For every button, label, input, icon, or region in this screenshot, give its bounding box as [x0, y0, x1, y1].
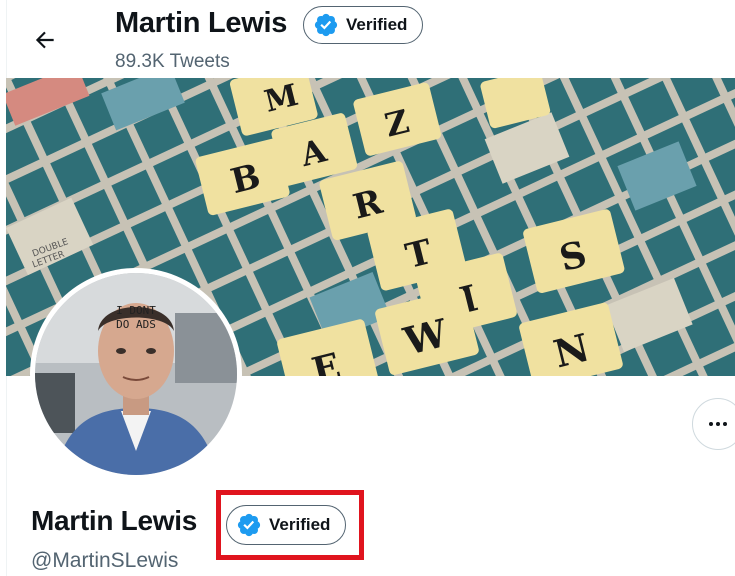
back-button[interactable]: [26, 21, 64, 59]
header-verified-badge[interactable]: Verified: [303, 6, 423, 44]
more-options-icon: [709, 422, 727, 426]
profile-avatar[interactable]: I DONT DO ADS: [30, 268, 242, 480]
tweet-count: 89.3K Tweets: [115, 51, 230, 72]
header-display-name: Martin Lewis: [115, 7, 288, 39]
profile-display-name: Martin Lewis: [31, 505, 197, 536]
verified-icon: [314, 13, 338, 37]
avatar-forehead-text-1: I DONT: [116, 304, 156, 317]
more-options-button[interactable]: [692, 398, 735, 450]
header-verified-label: Verified: [346, 15, 408, 34]
annotation-highlight-box: [216, 490, 364, 560]
profile-handle: @MartinSLewis: [31, 549, 179, 572]
avatar-forehead-text-2: DO ADS: [116, 318, 156, 331]
back-arrow-icon: [35, 31, 54, 49]
